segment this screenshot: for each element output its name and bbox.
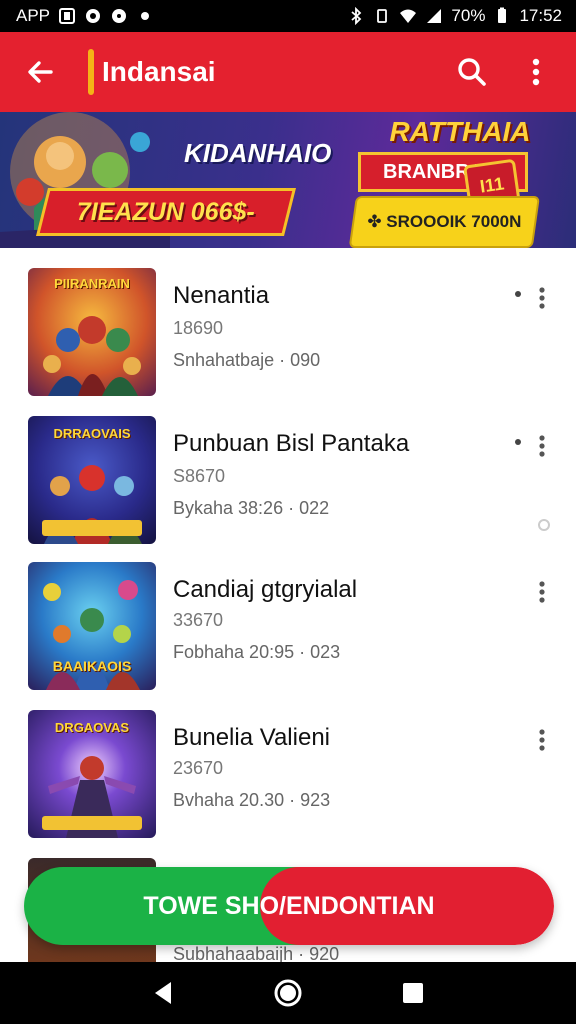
bluetooth-icon (347, 7, 365, 25)
title-accent-bar (88, 49, 94, 95)
thumbnail-art (42, 465, 142, 544)
more-vertical-icon (539, 435, 545, 457)
wifi-icon (399, 7, 417, 25)
battery-icon (493, 7, 511, 25)
more-menu-button[interactable] (514, 50, 558, 94)
item-title: Bunelia Valieni (173, 724, 330, 751)
circle-icon (110, 7, 128, 25)
more-vertical-icon (532, 58, 540, 86)
thumbnail-art (42, 756, 142, 838)
item-meta: Fobhaha 20:95 · 023 (173, 642, 341, 662)
item-meta: Bvhaha 20.30 · 923 (173, 790, 331, 810)
battery-percent: 70% (451, 6, 486, 25)
game-thumbnail: PIIRANRAIN (28, 268, 156, 396)
game-thumbnail: DRGAOVAS (28, 710, 156, 838)
unread-dot (515, 291, 521, 297)
item-subtitle: 23670 (173, 758, 224, 778)
square-recents-icon (403, 983, 424, 1003)
search-button[interactable] (450, 50, 494, 94)
item-subtitle: 33670 (173, 610, 224, 630)
game-thumbnail: BAAIKAOIS (28, 562, 156, 690)
status-time: 17:52 (519, 6, 562, 25)
banner-cta-text: ✤ SROOOIK 7000N (367, 212, 522, 231)
list-item[interactable]: DRGAOVAS Bunelia Valieni 23670 Bvhaha 20… (0, 700, 576, 840)
more-vertical-icon (539, 581, 545, 603)
list-item[interactable]: BAAIKAOIS Candiaj gtgryialal 33670 Fobha… (0, 552, 576, 692)
item-subtitle: 18690 (173, 318, 224, 338)
item-title: Candiaj gtgryialal (173, 576, 358, 603)
status-ring-icon (538, 519, 550, 531)
more-vertical-icon (539, 729, 545, 751)
status-app-label: APP (16, 6, 51, 25)
item-meta: Bykaha 38:26 · 022 (173, 498, 330, 518)
triangle-back-icon (154, 982, 171, 1004)
status-bar: APP 70% 17:52 (0, 0, 576, 32)
status-left: APP (16, 6, 154, 26)
dot-icon (136, 7, 154, 25)
item-meta: Snhahatbaje · 090 (173, 350, 321, 370)
item-title: Punbuan Bisl Pantaka (173, 430, 410, 457)
banner-kicker: RATTHAIA (389, 116, 531, 147)
list-item[interactable]: DRRAOVAIS Punbuan Bisl Pantaka S8670 Byk… (0, 406, 576, 546)
circle-home-icon (274, 979, 302, 1007)
search-icon (458, 58, 486, 86)
thumbnail-art (43, 316, 141, 396)
toggle-label: TOWE SHO/ENDONTIAN (143, 891, 435, 920)
camera-icon (84, 7, 102, 25)
item-more-button[interactable] (528, 578, 556, 606)
banner-ribbon-text: 7IEAZUN 066$- (77, 197, 255, 226)
banner-gem-text: I11 (478, 172, 506, 197)
game-list: PIIRANRAIN Nenantia 18690 Snhahatbaje · … (0, 258, 576, 962)
back-button[interactable] (18, 50, 62, 94)
promo-banner[interactable]: KIDANHAIO 7IEAZUN 066$- RATTHAIA BRANBRA… (0, 112, 576, 248)
item-meta: Subhahaabaijh · 920 (173, 944, 340, 962)
item-more-button[interactable] (528, 284, 556, 312)
unread-dot (515, 439, 521, 445)
arrow-left-icon (28, 61, 53, 83)
banner-cta-button[interactable]: ✤ SROOOIK 7000N (348, 196, 540, 248)
banner-ribbon: 7IEAZUN 066$- (36, 188, 296, 236)
more-vertical-icon (539, 287, 545, 309)
banner-headline: KIDANHAIO (184, 138, 332, 168)
list-item[interactable]: PIIRANRAIN Nenantia 18690 Snhahatbaje · … (0, 258, 576, 398)
notification-icon (58, 7, 76, 25)
mode-toggle-button[interactable]: TOWE SHO/ENDONTIAN (24, 867, 554, 945)
item-more-button[interactable] (528, 432, 556, 460)
item-subtitle: S8670 (173, 466, 226, 486)
system-nav-bar (0, 962, 576, 1024)
nav-home-button[interactable] (268, 973, 308, 1013)
thumbnail-title: BAAIKAOIS (52, 658, 132, 674)
page-title: Indansai (102, 56, 216, 87)
vibrate-icon (373, 7, 391, 25)
nav-back-button[interactable] (143, 973, 183, 1013)
item-more-button[interactable] (528, 726, 556, 754)
signal-icon (425, 7, 443, 25)
game-thumbnail: DRRAOVAIS (28, 416, 156, 544)
item-title: Nenantia (173, 282, 270, 309)
nav-recents-button[interactable] (393, 973, 433, 1013)
app-bar: Indansai (0, 32, 576, 112)
title-wrap: Indansai (88, 49, 450, 95)
status-right: 70% 17:52 (347, 6, 562, 26)
